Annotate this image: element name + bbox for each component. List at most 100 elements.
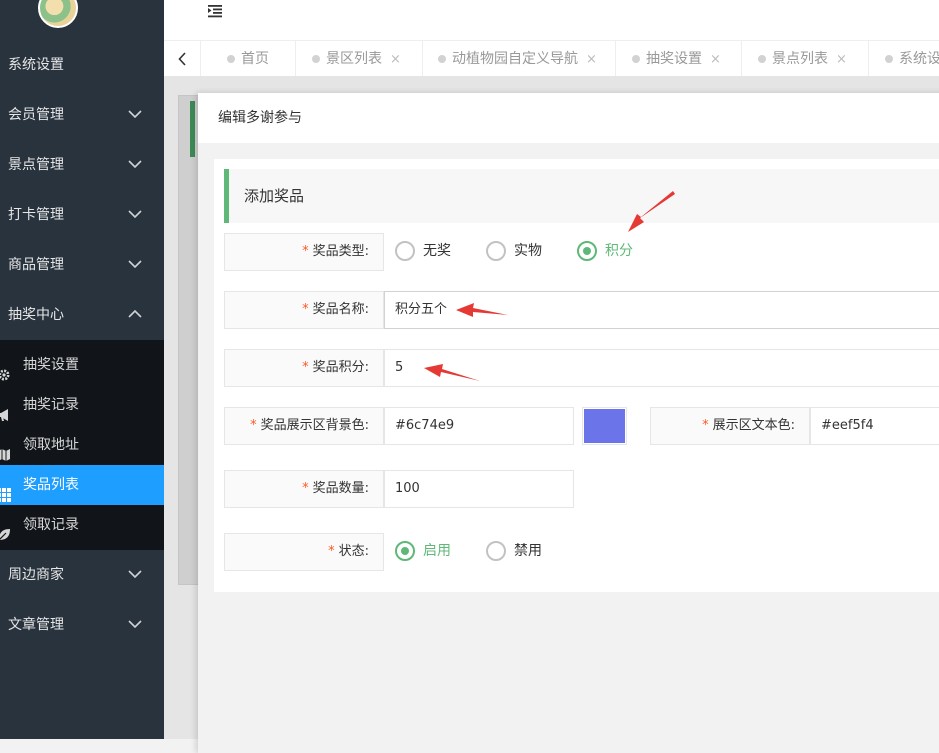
prize-name-label: * 奖品名称: <box>224 291 384 329</box>
tab-close-icon[interactable]: × <box>586 52 597 67</box>
sidebar-item-label: 周边商家 <box>8 567 64 583</box>
sidebar-item-system-settings[interactable]: 系统设置 <box>0 40 164 90</box>
submenu-item-lottery-settings[interactable]: 抽奖设置 <box>0 345 164 385</box>
quantity-label: * 奖品数量: <box>224 470 384 508</box>
tab-dot <box>438 54 446 63</box>
chevron-down-icon <box>128 600 142 650</box>
prize-points-input[interactable]: 5 <box>384 349 939 387</box>
sidebar-item-checkin-management[interactable]: 打卡管理 <box>0 190 164 240</box>
sidebar-item-label: 商品管理 <box>8 257 64 273</box>
tab-dot <box>885 54 893 63</box>
sidebar: 系统设置 会员管理 景点管理 打卡管理 商品管理 抽奖中心 抽奖设置 抽奖记录 <box>0 0 164 739</box>
required-mark: * <box>702 418 709 433</box>
submenu-item-pickup-records[interactable]: 领取记录 <box>0 505 164 545</box>
submenu-item-pickup-address[interactable]: 领取地址 <box>0 425 164 465</box>
section-title: 添加奖品 <box>224 169 939 223</box>
submenu-item-label: 奖品列表 <box>23 477 79 493</box>
sidebar-item-nearby-merchants[interactable]: 周边商家 <box>0 550 164 600</box>
text-color-input[interactable]: #eef5f4 <box>810 407 939 445</box>
chevron-down-icon <box>128 550 142 600</box>
required-mark: * <box>302 360 309 375</box>
swatch-fill <box>584 409 625 443</box>
tab-scenic-area-list[interactable]: 景区列表 × <box>296 41 423 76</box>
tab-system-settings[interactable]: 系统设 <box>869 41 939 76</box>
grid-icon <box>0 478 11 502</box>
prize-type-label: * 奖品类型: <box>224 233 384 271</box>
tab-label: 系统设 <box>899 51 939 67</box>
sidebar-item-label: 景点管理 <box>8 157 64 173</box>
radio-circle <box>395 241 415 261</box>
prize-points-label: * 奖品积分: <box>224 349 384 387</box>
tab-label: 抽奖设置 <box>646 51 702 67</box>
required-mark: * <box>302 302 309 317</box>
required-mark: * <box>302 244 309 259</box>
chevron-down-icon <box>128 240 142 290</box>
radio-circle <box>577 241 597 261</box>
chevron-left-icon <box>178 52 186 66</box>
tab-label: 动植物园自定义导航 <box>452 51 578 67</box>
sidebar-item-label: 系统设置 <box>8 57 64 73</box>
menu-indent-icon[interactable] <box>208 4 222 18</box>
tab-dot <box>312 54 320 63</box>
tab-label: 景区列表 <box>326 51 382 67</box>
tab-dot <box>227 54 235 63</box>
logo[interactable] <box>38 0 78 28</box>
lottery-submenu: 抽奖设置 抽奖记录 领取地址 奖品列表 领取记录 <box>0 340 164 550</box>
submenu-item-prize-list[interactable]: 奖品列表 <box>0 465 164 505</box>
sidebar-item-label: 打卡管理 <box>8 207 64 223</box>
gear-icon <box>0 358 11 381</box>
chevron-down-icon <box>128 190 142 240</box>
bg-color-input[interactable]: #6c74e9 <box>384 407 574 445</box>
sidebar-item-article-management[interactable]: 文章管理 <box>0 600 164 650</box>
chevron-down-icon <box>128 140 142 190</box>
modal-body: 添加奖品 * 奖品类型: 无奖 实物 积分 * 奖品名称: 积分五个 * 奖品积分: … <box>198 143 939 753</box>
sidebar-item-label: 会员管理 <box>8 107 64 123</box>
tab-dot <box>632 54 640 63</box>
chevron-up-icon <box>128 290 142 340</box>
required-mark: * <box>250 418 257 433</box>
underlying-accent-bar <box>190 101 195 157</box>
submenu-item-label: 领取记录 <box>23 517 79 533</box>
tab-scenic-spot-list[interactable]: 景点列表 × <box>742 41 869 76</box>
tab-close-icon[interactable]: × <box>390 52 401 67</box>
prize-name-input[interactable]: 积分五个 <box>384 291 939 329</box>
required-mark: * <box>328 544 335 559</box>
text-color-label: * 展示区文本色: <box>650 407 810 445</box>
submenu-item-lottery-records[interactable]: 抽奖记录 <box>0 385 164 425</box>
prize-form-card: 添加奖品 * 奖品类型: 无奖 实物 积分 * 奖品名称: 积分五个 * 奖品积分: … <box>214 159 939 592</box>
sidebar-item-product-management[interactable]: 商品管理 <box>0 240 164 290</box>
tab-home[interactable]: 首页 <box>201 41 296 76</box>
logo-area <box>0 0 164 40</box>
submenu-item-label: 领取地址 <box>23 437 79 453</box>
tab-lottery-settings[interactable]: 抽奖设置 × <box>616 41 742 76</box>
tab-bar: 首页 景区列表 × 动植物园自定义导航 × 抽奖设置 × 景点列表 × 系统设 <box>164 40 939 77</box>
tab-dot <box>758 54 766 63</box>
bg-color-swatch[interactable] <box>582 407 627 445</box>
tab-label: 首页 <box>241 51 269 67</box>
bg-color-label: * 奖品展示区背景色: <box>224 407 384 445</box>
megaphone-icon <box>0 398 11 421</box>
tab-zoo-custom-nav[interactable]: 动植物园自定义导航 × <box>423 41 616 76</box>
sidebar-item-member-management[interactable]: 会员管理 <box>0 90 164 140</box>
required-mark: * <box>302 481 309 496</box>
sidebar-item-scenic-management[interactable]: 景点管理 <box>0 140 164 190</box>
tab-scroll-left-button[interactable] <box>164 41 201 76</box>
tab-close-icon[interactable]: × <box>710 52 721 67</box>
sidebar-item-label: 抽奖中心 <box>8 307 64 323</box>
modal-title: 编辑多谢参与 <box>198 93 939 143</box>
sidebar-item-lottery-center[interactable]: 抽奖中心 <box>0 290 164 340</box>
chevron-down-icon <box>128 90 142 140</box>
quantity-input[interactable]: 100 <box>384 470 574 508</box>
submenu-item-label: 抽奖记录 <box>23 397 79 413</box>
radio-circle <box>395 541 415 561</box>
radio-circle <box>486 241 506 261</box>
tab-close-icon[interactable]: × <box>836 52 847 67</box>
tab-label: 景点列表 <box>772 51 828 67</box>
radio-circle <box>486 541 506 561</box>
leaf-icon <box>0 518 11 540</box>
map-icon <box>0 438 11 461</box>
status-label: * 状态: <box>224 533 384 571</box>
edit-prize-modal: 编辑多谢参与 添加奖品 * 奖品类型: 无奖 实物 积分 * 奖品名称: 积分五个 … <box>198 93 939 753</box>
top-header <box>164 0 939 40</box>
sidebar-item-label: 文章管理 <box>8 617 64 633</box>
